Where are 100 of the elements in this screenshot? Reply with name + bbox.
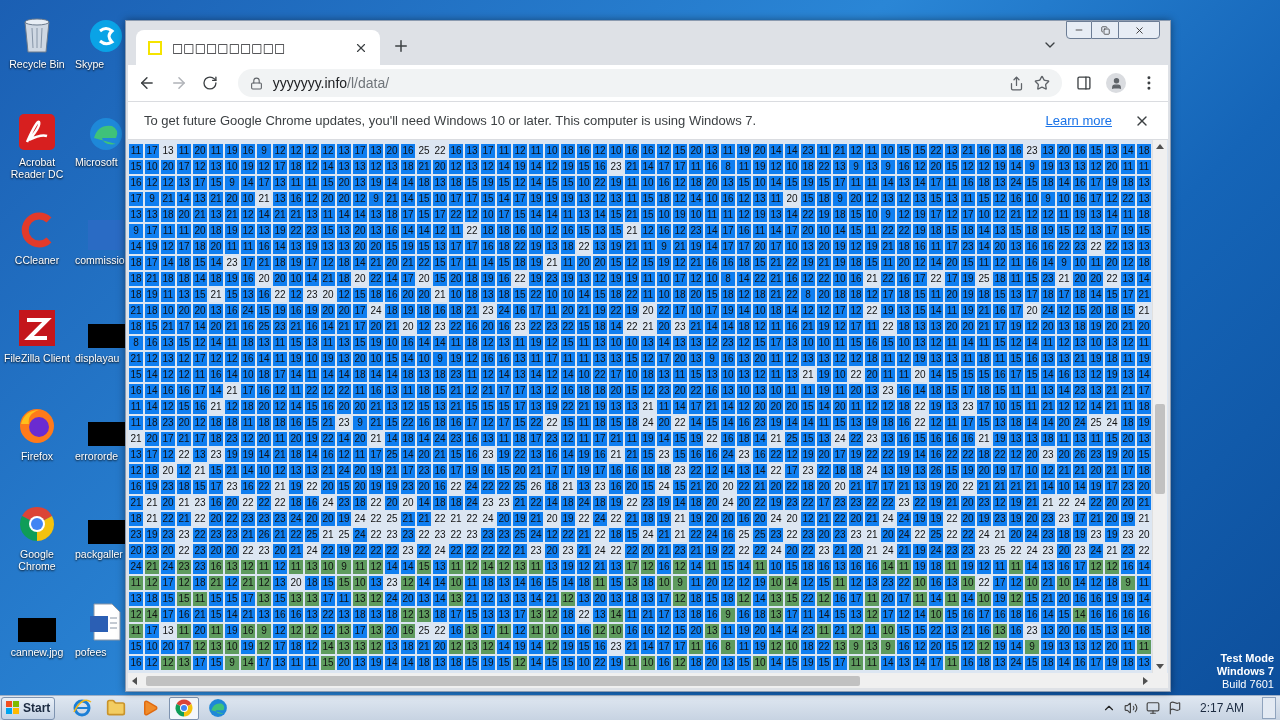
desktop-icon-label[interactable]: FileZilla Client: [2, 352, 72, 364]
restore-button[interactable]: [1092, 21, 1118, 39]
clock[interactable]: 2:17 AM: [1199, 699, 1244, 717]
speaker-icon[interactable]: [1123, 701, 1138, 715]
grid-cell: 21: [401, 512, 415, 526]
grid-cell: 14: [209, 336, 223, 350]
desktop-icon-label[interactable]: Google Chrome: [0, 548, 74, 572]
grid-cell: 11: [241, 416, 255, 430]
desktop-icon-label[interactable]: Firefox: [18, 450, 56, 462]
grid-cell: 22: [769, 448, 783, 462]
grid-cell: 13: [433, 656, 447, 670]
grid-cell: 17: [1009, 368, 1023, 382]
grid-cell: 20: [705, 496, 719, 510]
flag-icon[interactable]: [1167, 701, 1182, 715]
side-panel-icon[interactable]: [1076, 75, 1093, 91]
grid-cell: 13: [577, 592, 591, 606]
new-tab-icon[interactable]: [392, 37, 410, 55]
desktop-icon-label[interactable]: displayau: [74, 352, 120, 364]
grid-cell: 22: [881, 496, 895, 510]
desktop-icon-label[interactable]: Acrobat Reader DC: [0, 156, 74, 180]
grid-cell: 13: [865, 640, 879, 654]
scrollbar-thumb[interactable]: [146, 675, 860, 686]
grid-cell: 13: [513, 368, 527, 382]
grid-cell: 17: [465, 192, 479, 206]
grid-cell: 20: [897, 256, 911, 270]
grid-cell: 15: [721, 560, 735, 574]
browser-tab[interactable]: □□□□□□□□□□: [136, 30, 380, 65]
grid-cell: 13: [305, 592, 319, 606]
grid-cell: 22: [785, 288, 799, 302]
monitor-icon[interactable]: [1145, 701, 1160, 715]
taskbar-app[interactable]: [169, 696, 200, 720]
desktop-icon-label[interactable]: Recycle Bin: [7, 58, 67, 70]
grid-cell: 18: [833, 288, 847, 302]
grid-cell: 21: [625, 240, 639, 254]
grid-cell: 23: [449, 368, 463, 382]
grid-cell: 13: [881, 192, 895, 206]
desktop-icon-label[interactable]: packgaller: [74, 548, 123, 560]
grid-cell: 22: [561, 320, 575, 334]
grid-cell: 11: [641, 272, 655, 286]
grid-cell: 13: [705, 368, 719, 382]
reload-icon[interactable]: [201, 75, 218, 91]
grid-cell: 15: [945, 224, 959, 238]
grid-cell: 13: [369, 224, 383, 238]
desktop-icon-label[interactable]: Microsoft: [74, 156, 118, 168]
grid-cell: 20: [1105, 640, 1119, 654]
desktop-icon-label[interactable]: pofees: [74, 646, 107, 658]
desktop-icon-label[interactable]: cannew.jpg: [8, 646, 66, 658]
grid-cell: 13: [577, 480, 591, 494]
desktop-icon-label[interactable]: Skype: [74, 58, 105, 70]
desktop-icon-label[interactable]: commissio: [74, 254, 125, 266]
grid-cell: 14: [929, 304, 943, 318]
grid-cell: 14: [785, 416, 799, 430]
grid-cell: 16: [209, 560, 223, 574]
grid-cell: 20: [321, 304, 335, 318]
grid-cell: 14: [913, 448, 927, 462]
grid-cell: 22: [785, 480, 799, 494]
grid-cell: 21: [513, 496, 527, 510]
scroll-down-icon[interactable]: [1155, 661, 1165, 671]
grid-cell: 14: [785, 576, 799, 590]
grid-cell: 16: [1025, 240, 1039, 254]
grid-cell: 20: [161, 160, 175, 174]
grid-cell: 9: [881, 208, 895, 222]
grid-cell: 12: [481, 640, 495, 654]
grid-cell: 14: [353, 256, 367, 270]
grid-cell: 14: [177, 192, 191, 206]
grid-cell: 11: [865, 176, 879, 190]
grid-cell: 16: [641, 624, 655, 638]
back-icon[interactable]: [138, 74, 156, 92]
scroll-right-icon[interactable]: [1140, 675, 1150, 686]
scroll-left-icon[interactable]: [130, 675, 140, 686]
scroll-up-icon[interactable]: [1155, 142, 1165, 152]
minimize-button[interactable]: [1066, 21, 1092, 39]
grid-cell: 13: [209, 640, 223, 654]
grid-cell: 18: [1073, 288, 1087, 302]
profile-avatar[interactable]: [1106, 73, 1127, 93]
grid-cell: 23: [193, 560, 207, 574]
desktop-icon-label[interactable]: errororde: [74, 450, 119, 462]
grid-cell: 15: [833, 416, 847, 430]
grid-cell: 17: [881, 480, 895, 494]
start-button[interactable]: Start: [1, 696, 56, 720]
grid-cell: 23: [545, 320, 559, 334]
address-bar[interactable]: yyyyyyy.info/l/data/: [237, 69, 1063, 97]
share-icon[interactable]: [1009, 75, 1025, 91]
grid-cell: 21: [433, 448, 447, 462]
learn-more-link[interactable]: Learn more: [1045, 110, 1112, 131]
folder-icon: [106, 698, 127, 718]
grid-cell: 12: [561, 432, 575, 446]
grid-cell: 13: [993, 176, 1007, 190]
grid-cell: 21: [1009, 208, 1023, 222]
close-window-button[interactable]: [1118, 21, 1160, 39]
grid-cell: 18: [129, 512, 143, 526]
grid-cell: 13: [721, 176, 735, 190]
desktop-icon-label[interactable]: CCleaner: [12, 254, 62, 266]
scrollbar-thumb[interactable]: [1155, 404, 1165, 494]
grid-cell: 13: [337, 160, 351, 174]
grid-cell: 13: [881, 464, 895, 478]
grid-cell: 24: [593, 512, 607, 526]
grid-cell: 19: [1121, 224, 1135, 238]
grid-cell: 13: [193, 448, 207, 462]
bookmark-star-icon[interactable]: [1034, 75, 1051, 91]
